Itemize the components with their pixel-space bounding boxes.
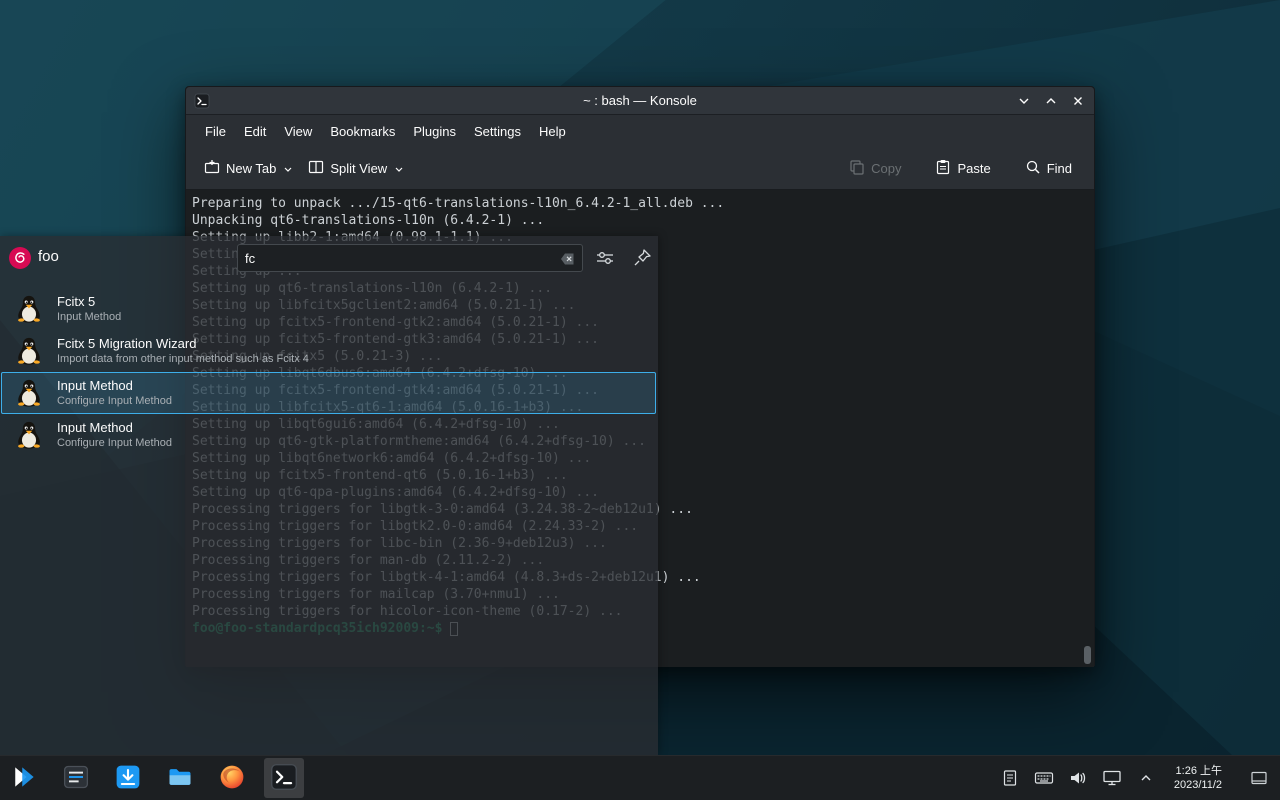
result-title: Fcitx 5 xyxy=(57,294,121,310)
tux-icon xyxy=(14,336,44,366)
tux-icon xyxy=(14,378,44,408)
find-label: Find xyxy=(1047,161,1072,176)
chevron-down-icon xyxy=(395,161,403,176)
volume-tray-icon[interactable] xyxy=(1068,768,1088,788)
screen: ~ : bash — Konsole File Edit View Bookma… xyxy=(0,0,1280,800)
result-subtitle: Configure Input Method xyxy=(57,394,172,408)
konsole-icon xyxy=(270,763,298,794)
launcher-header: foo xyxy=(0,236,658,280)
result-title: Input Method xyxy=(57,378,172,394)
find-button[interactable]: Find xyxy=(1017,153,1080,184)
result-subtitle: Configure Input Method xyxy=(57,436,172,450)
app-launcher-button[interactable] xyxy=(4,758,44,798)
konsole-icon xyxy=(194,93,210,109)
clear-search-icon[interactable] xyxy=(559,250,577,268)
window-titlebar[interactable]: ~ : bash — Konsole xyxy=(186,87,1094,115)
search-box xyxy=(237,244,583,272)
menu-edit[interactable]: Edit xyxy=(235,119,275,144)
result-subtitle: Import data from other input method such… xyxy=(57,352,309,366)
menu-view[interactable]: View xyxy=(275,119,321,144)
new-tab-icon xyxy=(204,159,220,178)
maximize-button[interactable] xyxy=(1043,93,1059,109)
clock-time: 1:26 上午 xyxy=(1174,764,1222,778)
scrollbar-thumb[interactable] xyxy=(1084,646,1091,664)
show-desktop-button[interactable] xyxy=(1248,767,1270,789)
menu-help[interactable]: Help xyxy=(530,119,575,144)
menubar: File Edit View Bookmarks Plugins Setting… xyxy=(186,115,1094,148)
launcher-user-label: foo xyxy=(38,248,59,265)
task-firefox-button[interactable] xyxy=(212,758,252,798)
discover-icon xyxy=(114,763,142,794)
pager-icon xyxy=(62,763,90,794)
search-result-item[interactable]: Input Method Configure Input Method xyxy=(1,414,656,456)
paste-icon xyxy=(935,159,951,178)
app-launcher-popup: foo Fcitx 5 Input Method Fcitx 5 Migrati… xyxy=(0,236,658,755)
toolbar: New Tab Split View Copy Paste xyxy=(186,148,1094,190)
menu-file[interactable]: File xyxy=(196,119,235,144)
split-view-icon xyxy=(308,159,324,178)
result-title: Input Method xyxy=(57,420,172,436)
system-tray: 1:26 上午 2023/11/2 xyxy=(1000,764,1280,792)
task-pager-button[interactable] xyxy=(56,758,96,798)
search-result-item[interactable]: Fcitx 5 Migration Wizard Import data fro… xyxy=(1,330,656,372)
pin-icon[interactable] xyxy=(631,247,653,269)
tux-icon xyxy=(14,420,44,450)
task-konsole-button[interactable] xyxy=(264,758,304,798)
terminal-line: Preparing to unpack .../15-qt6-translati… xyxy=(192,195,1084,212)
menu-plugins[interactable]: Plugins xyxy=(404,119,465,144)
clock-date: 2023/11/2 xyxy=(1174,778,1222,792)
search-icon xyxy=(1025,159,1041,178)
chevron-down-icon xyxy=(284,161,292,176)
new-tab-label: New Tab xyxy=(226,161,276,176)
search-results-list: Fcitx 5 Input Method Fcitx 5 Migration W… xyxy=(1,288,656,456)
copy-icon xyxy=(849,159,865,178)
split-view-button[interactable]: Split View xyxy=(300,153,411,184)
search-result-item[interactable]: Fcitx 5 Input Method xyxy=(1,288,656,330)
keyboard-tray-icon[interactable] xyxy=(1034,768,1054,788)
tux-icon xyxy=(14,294,44,324)
close-button[interactable] xyxy=(1070,93,1086,109)
search-result-item-selected[interactable]: Input Method Configure Input Method xyxy=(1,372,656,414)
notes-tray-icon[interactable] xyxy=(1000,768,1020,788)
firefox-icon xyxy=(218,763,246,794)
debian-logo-icon xyxy=(8,246,32,270)
folder-icon xyxy=(166,763,194,794)
menu-settings[interactable]: Settings xyxy=(465,119,530,144)
split-view-label: Split View xyxy=(330,161,387,176)
paste-label: Paste xyxy=(957,161,990,176)
task-dolphin-button[interactable] xyxy=(160,758,200,798)
tray-expand-caret-icon[interactable] xyxy=(1136,768,1156,788)
new-tab-button[interactable]: New Tab xyxy=(196,153,300,184)
result-title: Fcitx 5 Migration Wizard xyxy=(57,336,309,352)
window-title: ~ : bash — Konsole xyxy=(186,93,1094,108)
result-subtitle: Input Method xyxy=(57,310,121,324)
display-tray-icon[interactable] xyxy=(1102,768,1122,788)
clock[interactable]: 1:26 上午 2023/11/2 xyxy=(1170,764,1226,792)
kde-launcher-icon xyxy=(10,763,38,794)
filter-icon[interactable] xyxy=(594,247,616,269)
minimize-button[interactable] xyxy=(1016,93,1032,109)
terminal-line: Unpacking qt6-translations-l10n (6.4.2-1… xyxy=(192,212,1084,229)
taskbar: 1:26 上午 2023/11/2 xyxy=(0,755,1280,800)
menu-bookmarks[interactable]: Bookmarks xyxy=(321,119,404,144)
task-discover-button[interactable] xyxy=(108,758,148,798)
paste-button[interactable]: Paste xyxy=(927,153,998,184)
copy-button[interactable]: Copy xyxy=(841,153,909,184)
copy-label: Copy xyxy=(871,161,901,176)
search-input[interactable] xyxy=(238,245,582,271)
